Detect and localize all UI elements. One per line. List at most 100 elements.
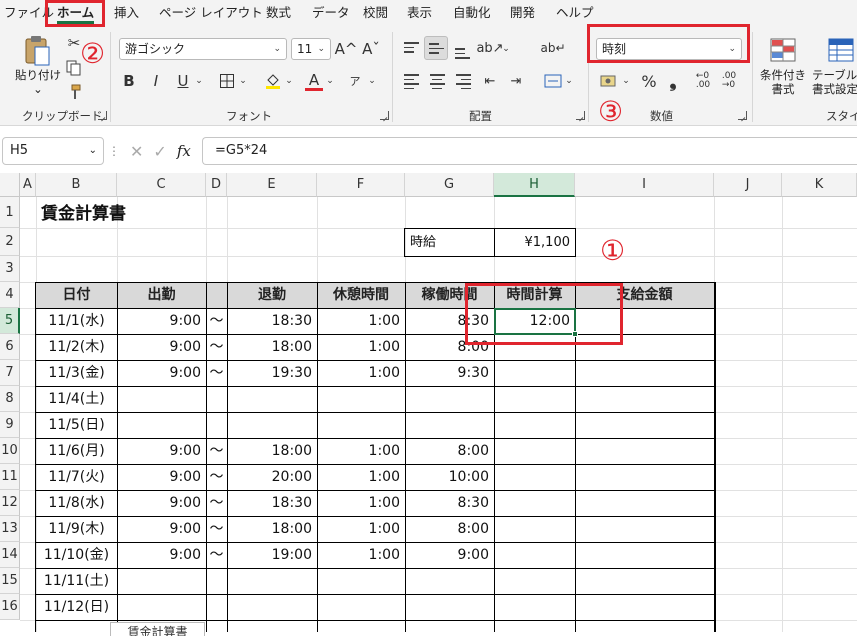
header-clock-in[interactable]: 出勤 bbox=[117, 283, 206, 308]
cell-date[interactable]: 11/9(木) bbox=[36, 517, 117, 542]
align-bottom-icon[interactable] bbox=[455, 48, 470, 62]
enter-icon[interactable]: ✓ bbox=[153, 142, 166, 161]
cell-tilde[interactable] bbox=[206, 595, 227, 620]
align-right-icon[interactable] bbox=[456, 74, 471, 92]
conditional-format-label2[interactable]: 書式 bbox=[757, 82, 809, 96]
cell-break[interactable]: 1:00 bbox=[317, 543, 405, 568]
tab-formulas[interactable]: 数式 bbox=[266, 0, 291, 26]
cell-time-calc[interactable] bbox=[494, 465, 575, 490]
format-painter-icon[interactable] bbox=[64, 82, 84, 102]
chevron-down-icon[interactable]: ⌄ bbox=[563, 70, 575, 92]
column-header-c[interactable]: C bbox=[117, 173, 206, 197]
cell-date[interactable]: 11/3(金) bbox=[36, 361, 117, 386]
currency-format-icon[interactable] bbox=[598, 70, 620, 92]
percent-style-button[interactable]: % bbox=[638, 70, 660, 92]
formula-input[interactable]: =G5*24 bbox=[202, 137, 857, 165]
name-box[interactable]: H5 ⌄ bbox=[2, 137, 104, 165]
wrap-text-icon[interactable]: ab↵ bbox=[540, 36, 565, 60]
cell-clock-out[interactable]: 19:00 bbox=[227, 543, 317, 568]
conditional-format-icon[interactable] bbox=[768, 36, 798, 64]
cell-break[interactable]: 1:00 bbox=[317, 439, 405, 464]
row-header-10[interactable]: 10 bbox=[0, 438, 20, 464]
underline-button[interactable]: U bbox=[172, 70, 194, 92]
wage-label[interactable]: 時給 bbox=[405, 229, 494, 256]
cell-tilde[interactable]: ～ bbox=[206, 491, 227, 516]
cell-date[interactable]: 11/11(土) bbox=[36, 569, 117, 594]
cell-break[interactable]: 1:00 bbox=[317, 517, 405, 542]
tab-developer[interactable]: 開発 bbox=[510, 0, 535, 26]
cell-time-calc[interactable] bbox=[494, 569, 575, 594]
cell-clock-in[interactable]: 9:00 bbox=[117, 491, 206, 516]
merge-center-icon[interactable] bbox=[542, 70, 564, 92]
cell-time-calc[interactable] bbox=[494, 543, 575, 568]
paste-dropdown[interactable]: ⌄ bbox=[14, 82, 62, 96]
format-as-table-label1[interactable]: テーブルと bbox=[812, 68, 857, 82]
cell-clock-in[interactable] bbox=[117, 595, 206, 620]
increase-decimal-icon[interactable]: ←0.00 bbox=[692, 70, 714, 92]
cell-pay-amount[interactable] bbox=[575, 543, 714, 568]
tab-help[interactable]: ヘルプ bbox=[556, 0, 594, 26]
cell-clock-in[interactable] bbox=[117, 569, 206, 594]
grow-font-button[interactable]: A^ bbox=[335, 39, 358, 59]
column-header-h[interactable]: H bbox=[494, 173, 575, 197]
cell-clock-out[interactable]: 18:30 bbox=[227, 309, 317, 334]
align-middle-button[interactable] bbox=[424, 36, 448, 60]
cell-tilde[interactable]: ～ bbox=[206, 439, 227, 464]
cell-clock-out[interactable]: 20:00 bbox=[227, 465, 317, 490]
row-header-16[interactable]: 16 bbox=[0, 594, 20, 620]
cell-pay-amount[interactable] bbox=[575, 569, 714, 594]
chevron-down-icon[interactable]: ⌄ bbox=[283, 70, 295, 92]
cell-work-time[interactable]: 9:00 bbox=[405, 543, 494, 568]
cell-date[interactable]: 11/12(日) bbox=[36, 595, 117, 620]
cell-tilde[interactable] bbox=[206, 569, 227, 594]
chevron-down-icon[interactable]: ⌄ bbox=[324, 70, 336, 92]
cell-date[interactable]: 11/4(土) bbox=[36, 387, 117, 412]
align-left-icon[interactable] bbox=[404, 74, 419, 92]
orientation-icon[interactable]: ab↗ bbox=[476, 36, 503, 60]
align-center-icon[interactable] bbox=[430, 74, 445, 92]
format-as-table-icon[interactable] bbox=[826, 36, 856, 64]
cell-date[interactable]: 11/7(火) bbox=[36, 465, 117, 490]
row-header-3[interactable]: 3 bbox=[0, 256, 20, 282]
row-header-13[interactable]: 13 bbox=[0, 516, 20, 542]
cell-pay-amount[interactable] bbox=[575, 439, 714, 464]
cell-work-time[interactable] bbox=[405, 569, 494, 594]
cell-clock-out[interactable]: 19:30 bbox=[227, 361, 317, 386]
tab-page-layout[interactable]: ページ レイアウト bbox=[159, 0, 263, 26]
alignment-launcher-icon[interactable] bbox=[576, 111, 585, 120]
cell-time-calc[interactable] bbox=[494, 595, 575, 620]
row-header-5[interactable]: 5 bbox=[0, 308, 20, 334]
column-header-e[interactable]: E bbox=[227, 173, 317, 197]
cell-break[interactable]: 1:00 bbox=[317, 361, 405, 386]
cell-date[interactable]: 11/2(木) bbox=[36, 335, 117, 360]
cell-clock-out[interactable]: 18:00 bbox=[227, 517, 317, 542]
row-header-12[interactable]: 12 bbox=[0, 490, 20, 516]
column-header-f[interactable]: F bbox=[317, 173, 405, 197]
cell-work-time[interactable]: 8:00 bbox=[405, 517, 494, 542]
number-launcher-icon[interactable] bbox=[738, 111, 747, 120]
cell-clock-in[interactable]: 9:00 bbox=[117, 465, 206, 490]
cell-break[interactable]: 1:00 bbox=[317, 465, 405, 490]
cell-date[interactable]: 11/8(水) bbox=[36, 491, 117, 516]
cell-pay-amount[interactable] bbox=[575, 465, 714, 490]
cell-pay-amount[interactable] bbox=[575, 361, 714, 386]
cell-time-calc[interactable] bbox=[494, 413, 575, 438]
fill-color-button[interactable] bbox=[262, 70, 284, 92]
paste-button[interactable] bbox=[18, 32, 56, 68]
cell-time-calc[interactable] bbox=[494, 387, 575, 412]
cell-clock-out[interactable] bbox=[227, 387, 317, 412]
cell-date[interactable]: 11/1(水) bbox=[36, 309, 117, 334]
cell-time-calc[interactable] bbox=[494, 361, 575, 386]
cell-work-time[interactable]: 8:00 bbox=[405, 439, 494, 464]
chevron-down-icon[interactable]: ⌄ bbox=[237, 70, 249, 92]
cell-pay-amount[interactable] bbox=[575, 491, 714, 516]
header-clock-out[interactable]: 退勤 bbox=[227, 283, 317, 308]
header-blank[interactable] bbox=[206, 283, 227, 308]
cell-clock-out[interactable]: 18:00 bbox=[227, 439, 317, 464]
chevron-down-icon[interactable]: ⌄ bbox=[193, 70, 205, 92]
font-launcher-icon[interactable] bbox=[380, 111, 389, 120]
cell-tilde[interactable]: ～ bbox=[206, 361, 227, 386]
decrease-decimal-icon[interactable]: .00 →0 bbox=[718, 70, 740, 92]
sheet-tab[interactable]: 賃金計算書 bbox=[110, 622, 205, 636]
cell-pay-amount[interactable] bbox=[575, 517, 714, 542]
